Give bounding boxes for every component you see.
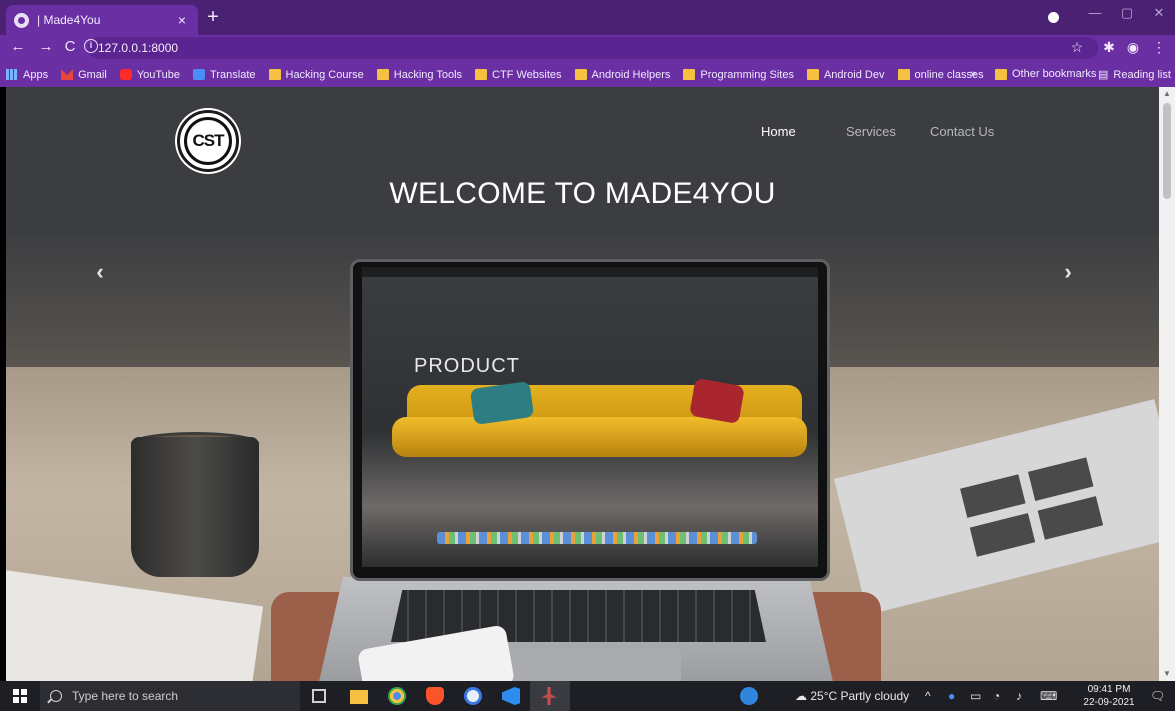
hero-laptop-screen: PRODUCT	[362, 267, 818, 567]
scroll-thumb[interactable]	[1163, 103, 1171, 199]
bookmarks-overflow-button[interactable]: »	[970, 68, 976, 80]
browser-toolbar: ← → C i 127.0.0.1:8000 ☆ ✱ ◉ ⋮	[0, 35, 1175, 62]
logo-text: CST	[184, 117, 232, 165]
hero-magazine-photo	[1037, 496, 1104, 540]
folder-icon	[897, 69, 910, 80]
volume-icon[interactable]: ♪	[1016, 689, 1022, 703]
browser-tab[interactable]: | Made4You ×	[6, 5, 198, 35]
app-icon[interactable]	[464, 687, 482, 705]
bookmark-hacking-tools[interactable]: Hacking Tools	[376, 69, 462, 81]
forward-arrow-icon[interactable]: →	[36, 38, 56, 55]
wifi-icon[interactable]: ◔	[993, 689, 1000, 703]
reload-icon[interactable]: C	[60, 38, 80, 55]
bookmark-star-icon[interactable]: ☆	[1068, 39, 1086, 56]
folder-icon	[376, 69, 389, 80]
file-explorer-icon[interactable]	[350, 690, 368, 704]
site-header: CST Home Services Contact Us WELCOME TO …	[6, 87, 1159, 237]
folder-icon	[574, 69, 587, 80]
translate-icon	[193, 69, 206, 80]
bookmark-ctf-websites[interactable]: CTF Websites	[475, 69, 562, 81]
minimize-icon[interactable]: —	[1080, 5, 1110, 20]
keyboard-icon[interactable]: ⌨	[1040, 689, 1057, 703]
extension-avatar-icon[interactable]: ◉	[1124, 39, 1142, 56]
tray-overflow-icon[interactable]: ^	[925, 689, 931, 703]
folder-icon	[995, 68, 1007, 80]
scroll-down-icon[interactable]: ▼	[1159, 667, 1175, 681]
bookmark-hacking-course[interactable]: Hacking Course	[268, 69, 364, 81]
maximize-icon[interactable]: ▢	[1112, 5, 1142, 21]
vscode-icon[interactable]	[502, 687, 520, 705]
tab-title: | Made4You	[37, 13, 101, 27]
hero-magazine-photo	[960, 474, 1026, 518]
bookmark-youtube[interactable]: YouTube	[119, 69, 180, 81]
weather-cloud-icon: ☁	[795, 689, 807, 703]
youtube-icon	[119, 69, 132, 80]
extensions-puzzle-icon[interactable]: ✱	[1100, 39, 1118, 56]
nav-home[interactable]: Home	[761, 124, 796, 139]
clock-time: 09:41 PM	[1087, 684, 1131, 695]
search-placeholder: Type here to search	[72, 689, 179, 703]
url-text[interactable]: 127.0.0.1:8000	[98, 41, 178, 55]
close-window-icon[interactable]: ✕	[1144, 5, 1174, 21]
bookmark-programming-sites[interactable]: Programming Sites	[683, 69, 794, 81]
windows-start-icon[interactable]	[13, 689, 27, 703]
hero-screen-menubar	[362, 267, 818, 277]
bookmark-translate[interactable]: Translate	[193, 69, 256, 81]
search-icon	[50, 690, 62, 702]
hero-carousel: PRODUCT ‹ ›	[6, 237, 1159, 681]
back-arrow-icon[interactable]: ←	[8, 38, 28, 55]
reading-list[interactable]: ▤ Reading list	[1098, 68, 1171, 82]
carousel-prev-button[interactable]: ‹	[90, 259, 110, 285]
menu-kebab-icon[interactable]: ⋮	[1150, 39, 1168, 56]
folder-icon	[683, 69, 696, 80]
carousel-next-button[interactable]: ›	[1058, 259, 1078, 285]
bookmark-gmail[interactable]: Gmail	[61, 69, 107, 81]
weather-widget[interactable]: ☁ 25°C Partly cloudy	[795, 689, 909, 703]
folder-icon	[475, 69, 488, 80]
bookmark-android-dev[interactable]: Android Dev	[806, 69, 885, 81]
clock-date: 22-09-2021	[1083, 697, 1135, 708]
nav-contact-us[interactable]: Contact Us	[930, 124, 994, 139]
chrome-icon[interactable]	[388, 687, 406, 705]
tray-app-icon[interactable]: ●	[948, 689, 955, 703]
other-bookmarks[interactable]: Other bookmarks	[995, 68, 1096, 80]
taskbar-clock[interactable]: 09:41 PM 22-09-2021	[1078, 683, 1140, 709]
profile-indicator-icon[interactable]	[1048, 12, 1059, 23]
address-bar[interactable]	[88, 37, 1098, 59]
taskbar-search[interactable]: Type here to search	[40, 681, 300, 711]
bookmark-apps[interactable]: Apps	[6, 69, 48, 81]
site-logo[interactable]: CST	[177, 110, 239, 172]
page-title: WELCOME TO MADE4YOU	[389, 177, 776, 210]
task-view-icon[interactable]	[312, 689, 326, 703]
folder-icon	[806, 69, 819, 80]
web-page: CST Home Services Contact Us WELCOME TO …	[6, 87, 1159, 681]
new-tab-button[interactable]: +	[203, 7, 223, 27]
bookmark-android-helpers[interactable]: Android Helpers	[574, 69, 670, 81]
bookmarks-bar: Apps Gmail YouTube Translate Hacking Cou…	[0, 62, 1175, 87]
site-info-icon[interactable]: i	[84, 39, 98, 53]
nav-services[interactable]: Services	[846, 124, 896, 139]
hero-mug	[131, 437, 259, 577]
hero-sofa-seat	[392, 417, 807, 457]
notifications-icon[interactable]: 🗨	[1150, 689, 1165, 703]
scroll-up-icon[interactable]: ▲	[1159, 87, 1175, 101]
help-icon[interactable]	[740, 687, 758, 705]
reading-list-icon: ▤	[1098, 69, 1109, 81]
folder-icon	[268, 69, 281, 80]
close-tab-icon[interactable]: ×	[174, 12, 190, 28]
site-favicon-icon	[14, 12, 29, 28]
battery-icon[interactable]: ▭	[970, 689, 981, 703]
windows-taskbar: Type here to search ☁ 25°C Partly cloudy…	[0, 681, 1175, 711]
weather-text: 25°C Partly cloudy	[810, 689, 910, 703]
browser-tab-strip: | Made4You × + — ▢ ✕	[0, 0, 1175, 35]
hero-magazine-photo	[1027, 457, 1094, 501]
apps-grid-icon	[6, 69, 18, 80]
hero-product-text: PRODUCT	[414, 355, 520, 377]
hero-dock	[437, 532, 757, 544]
gmail-icon	[61, 69, 74, 80]
hero-magazine-photo	[969, 513, 1036, 557]
brave-icon[interactable]	[426, 687, 444, 705]
page-scrollbar[interactable]: ▲ ▼	[1159, 87, 1175, 681]
